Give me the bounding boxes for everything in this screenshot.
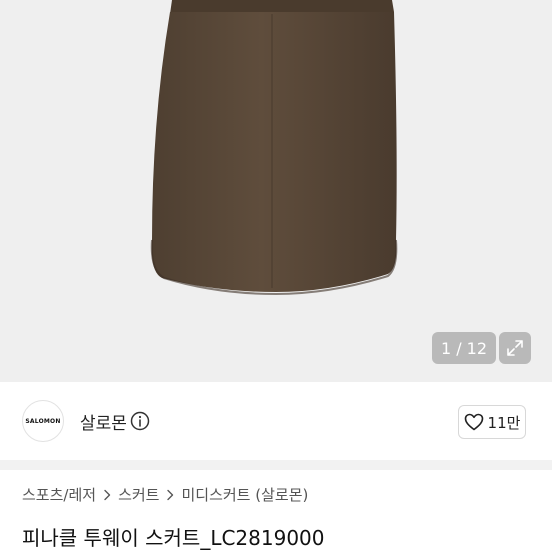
info-icon[interactable] xyxy=(130,411,150,431)
image-counter: 1 / 12 xyxy=(432,332,496,364)
breadcrumb-item-sports[interactable]: 스포츠/레저 xyxy=(22,484,96,505)
brand-logo[interactable]: SALOMON xyxy=(22,400,64,442)
like-count: 11만 xyxy=(487,413,521,432)
section-divider xyxy=(0,460,552,470)
heart-icon xyxy=(464,413,483,431)
expand-image-button[interactable] xyxy=(499,332,531,364)
chevron-right-icon xyxy=(167,489,174,500)
product-image xyxy=(150,0,398,296)
image-counter-text: 1 / 12 xyxy=(440,338,488,358)
like-button[interactable]: 11만 xyxy=(458,405,526,439)
chevron-right-icon xyxy=(104,489,111,500)
brand-logo-text: SALOMON xyxy=(25,417,61,425)
brand-name[interactable]: 살로몬 xyxy=(80,409,127,434)
breadcrumb-item-midi-skirt[interactable]: 미디스커트 (살로몬) xyxy=(181,484,308,505)
breadcrumb-item-skirt[interactable]: 스커트 xyxy=(118,484,159,505)
product-title: 피나클 투웨이 스커트_LC2819000 xyxy=(22,526,325,550)
product-image-gallery[interactable]: 1 / 12 xyxy=(0,0,552,382)
breadcrumb: 스포츠/레저 스커트 미디스커트 (살로몬) xyxy=(22,484,308,505)
expand-icon xyxy=(507,340,523,356)
